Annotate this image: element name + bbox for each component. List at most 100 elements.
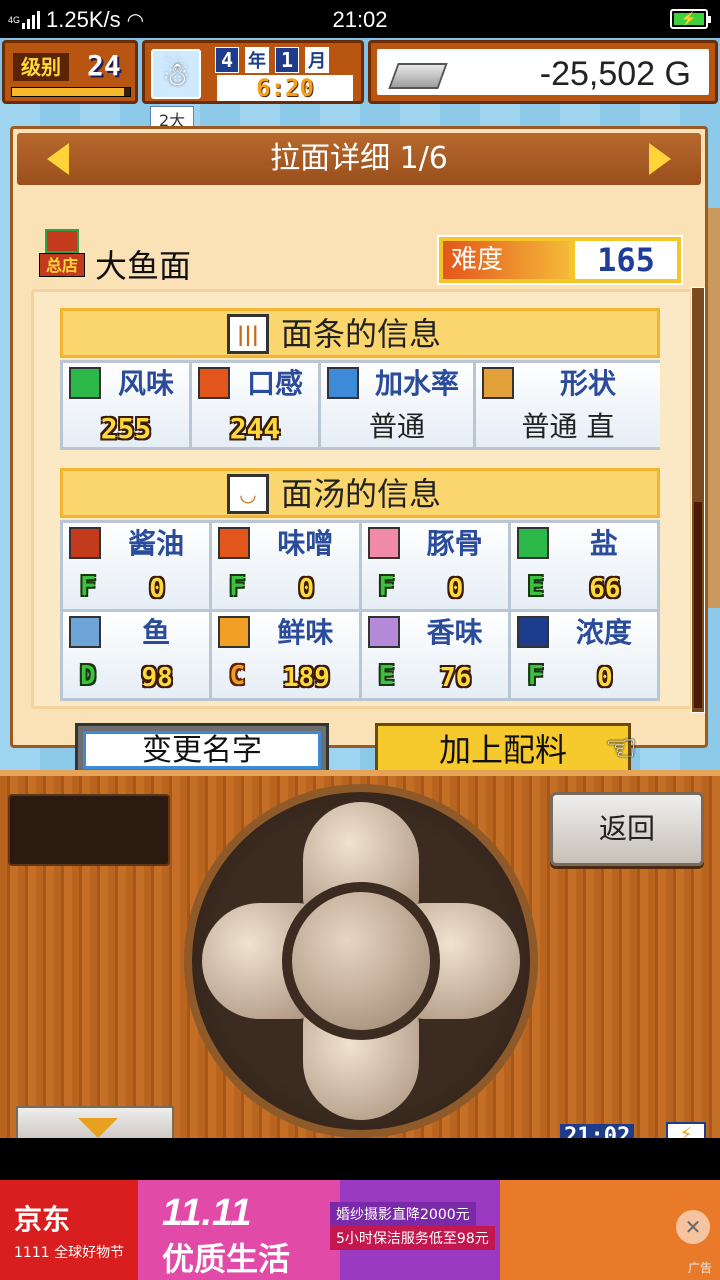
soup-stat-grade: F — [527, 661, 544, 691]
salt-icon — [516, 527, 549, 559]
noodle-stat-value: 普通 — [368, 410, 425, 443]
texture-icon — [198, 367, 230, 399]
soup-stat-label: 鲜味 — [277, 616, 334, 649]
money-value: -25,502 G — [539, 55, 691, 93]
virtual-controller: 返回 21:02 ⚡ — [0, 770, 720, 1138]
noodle-stat-value: 普通 直 — [521, 410, 615, 443]
month-unit: 月 — [305, 47, 330, 73]
main-store-label: 总店 — [39, 253, 85, 277]
umami-icon — [218, 616, 251, 648]
noodle-stat-label: 风味 — [117, 367, 174, 400]
back-button[interactable]: 返回 — [550, 792, 704, 866]
rename-button[interactable]: 变更名字 — [75, 723, 329, 777]
add-topping-button[interactable]: 加上配料 — [375, 723, 631, 777]
rename-button-label: 变更名字 — [83, 731, 321, 769]
year-value: 4 — [215, 47, 240, 73]
soup-stat-value: 0 — [298, 574, 315, 604]
soup-stat-value: 0 — [149, 574, 165, 604]
year-unit: 年 — [245, 47, 270, 73]
flavor-icon — [69, 367, 101, 399]
soup-stat-cell: 鲜味 C 189 — [212, 612, 359, 698]
noodle-icon: ||| — [227, 314, 269, 354]
ad-brand-block: 京东 1111 全球好物节 — [0, 1180, 138, 1280]
background-tab: 2大 — [150, 106, 195, 130]
panel-header: 拉面详细 1/6 — [17, 133, 701, 185]
soup-stat-label: 酱油 — [128, 527, 185, 560]
soup-stat-grade: F — [80, 572, 96, 602]
soup-stat-label: 盐 — [589, 527, 618, 560]
game-screen: 2大 级别 24 ☃ 4 年 1 月 6:20 -25,502 G 拉面详细 1… — [0, 38, 720, 1138]
silver-bar-icon — [388, 63, 448, 89]
soup-stat-value: 0 — [447, 574, 464, 604]
soup-info-title: 面汤的信息 — [281, 475, 442, 513]
soup-stat-cell: 豚骨 F 0 — [361, 523, 508, 609]
soup-stat-grade: F — [378, 572, 395, 602]
noodle-info-header: ||| 面条的信息 — [60, 308, 660, 358]
soup-stat-label: 浓度 — [575, 616, 632, 649]
down-triangle-icon — [78, 1118, 118, 1138]
ad-offer-1: 婚纱摄影直降2000元 — [330, 1202, 476, 1226]
soup-stat-grade: E — [527, 572, 544, 602]
soup-stat-value: 66 — [589, 574, 621, 604]
scrollbar-thumb[interactable] — [694, 502, 702, 708]
ad-slogan: 优质生活 — [162, 1240, 291, 1278]
soup-stat-value: 189 — [282, 663, 330, 693]
noodle-stat-cell: 形状 普通 直 — [476, 363, 660, 447]
pork-bone-icon — [367, 527, 400, 559]
month-value: 1 — [275, 47, 300, 73]
ramen-detail-panel: 拉面详细 1/6 总店 大鱼面 难度 165 ||| 面条的信息 风味 255 口感… — [10, 126, 708, 777]
ad-close-icon[interactable]: ✕ — [676, 1210, 710, 1244]
soup-stat-value: 0 — [597, 663, 613, 693]
ad-brand: 京东 — [14, 1203, 71, 1236]
dpad-center-button[interactable] — [282, 882, 440, 1040]
soup-info-grid: 酱油 F 0 味噌 F 0 豚骨 F 0 盐 E 66 鱼 D 98 鲜味 C 189 香味 E 76 浓度 F 0 — [60, 520, 660, 701]
soup-stat-label: 香味 — [426, 616, 483, 649]
noodle-stat-value: 244 — [229, 412, 281, 445]
difficulty-value: 165 — [575, 241, 677, 279]
soup-stat-label: 味噌 — [277, 527, 334, 560]
density-icon — [516, 616, 549, 648]
soup-info-header: ◡ 面汤的信息 — [60, 468, 660, 518]
fish-icon — [69, 616, 101, 648]
level-label: 级别 — [13, 53, 69, 81]
noodle-stat-value: 255 — [100, 412, 152, 445]
soup-bowl-icon: ◡ — [227, 474, 269, 514]
background-wall — [706, 208, 720, 608]
next-arrow-icon[interactable] — [649, 143, 671, 175]
panel-scrollbar[interactable] — [691, 287, 705, 713]
soup-stat-cell: 香味 E 76 — [361, 612, 508, 698]
ad-banner[interactable]: 京东 1111 全球好物节 11.11 优质生活 婚纱摄影直降2000元 5小时… — [0, 1180, 720, 1280]
soup-stat-cell: 味噌 F 0 — [212, 523, 359, 609]
level-value: 24 — [87, 49, 121, 82]
info-area: ||| 面条的信息 风味 255 口感 244 加水率 普通 形状 普通 直 ◡ 面汤的信息 … — [31, 289, 693, 709]
ad-big-title: 11.11 — [162, 1192, 252, 1234]
panel-title: 拉面详细 1/6 — [270, 141, 448, 176]
noodle-info-grid: 风味 255 口感 244 加水率 普通 形状 普通 直 — [60, 360, 660, 450]
soup-stat-label: 鱼 — [142, 616, 171, 649]
difficulty-label: 难度 — [443, 241, 569, 279]
main-store-badge: 总店 — [39, 229, 85, 279]
soup-stat-cell: 浓度 F 0 — [510, 612, 657, 698]
noodle-stat-cell: 风味 255 — [63, 363, 189, 447]
soup-stat-grade: E — [378, 661, 395, 691]
ad-label: 广告 — [687, 1261, 712, 1275]
controller-battery-icon: ⚡ — [666, 1122, 706, 1138]
soup-stat-label: 豚骨 — [426, 527, 483, 560]
store-icon — [45, 229, 79, 253]
ramen-name: 大鱼面 — [95, 247, 192, 285]
miso-icon — [218, 527, 251, 559]
difficulty-box: 难度 165 — [437, 235, 683, 285]
money-panel: -25,502 G — [368, 40, 718, 104]
menu-down-button[interactable] — [16, 1106, 174, 1138]
battery-icon: ⚡ — [670, 9, 711, 29]
soup-stat-grade: C — [229, 661, 246, 691]
shape-icon — [482, 367, 514, 399]
soy-sauce-icon — [69, 527, 101, 559]
battery-charging-icon: ⚡ — [674, 12, 704, 25]
soup-stat-grade: D — [80, 661, 96, 691]
money-box: -25,502 G — [377, 49, 709, 95]
prev-arrow-icon[interactable] — [47, 143, 69, 175]
date-panel: ☃ 4 年 1 月 6:20 — [142, 40, 364, 104]
game-clock: 6:20 — [217, 75, 353, 101]
ad-offer-2: 5小时保洁服务低至98元 — [330, 1226, 495, 1250]
